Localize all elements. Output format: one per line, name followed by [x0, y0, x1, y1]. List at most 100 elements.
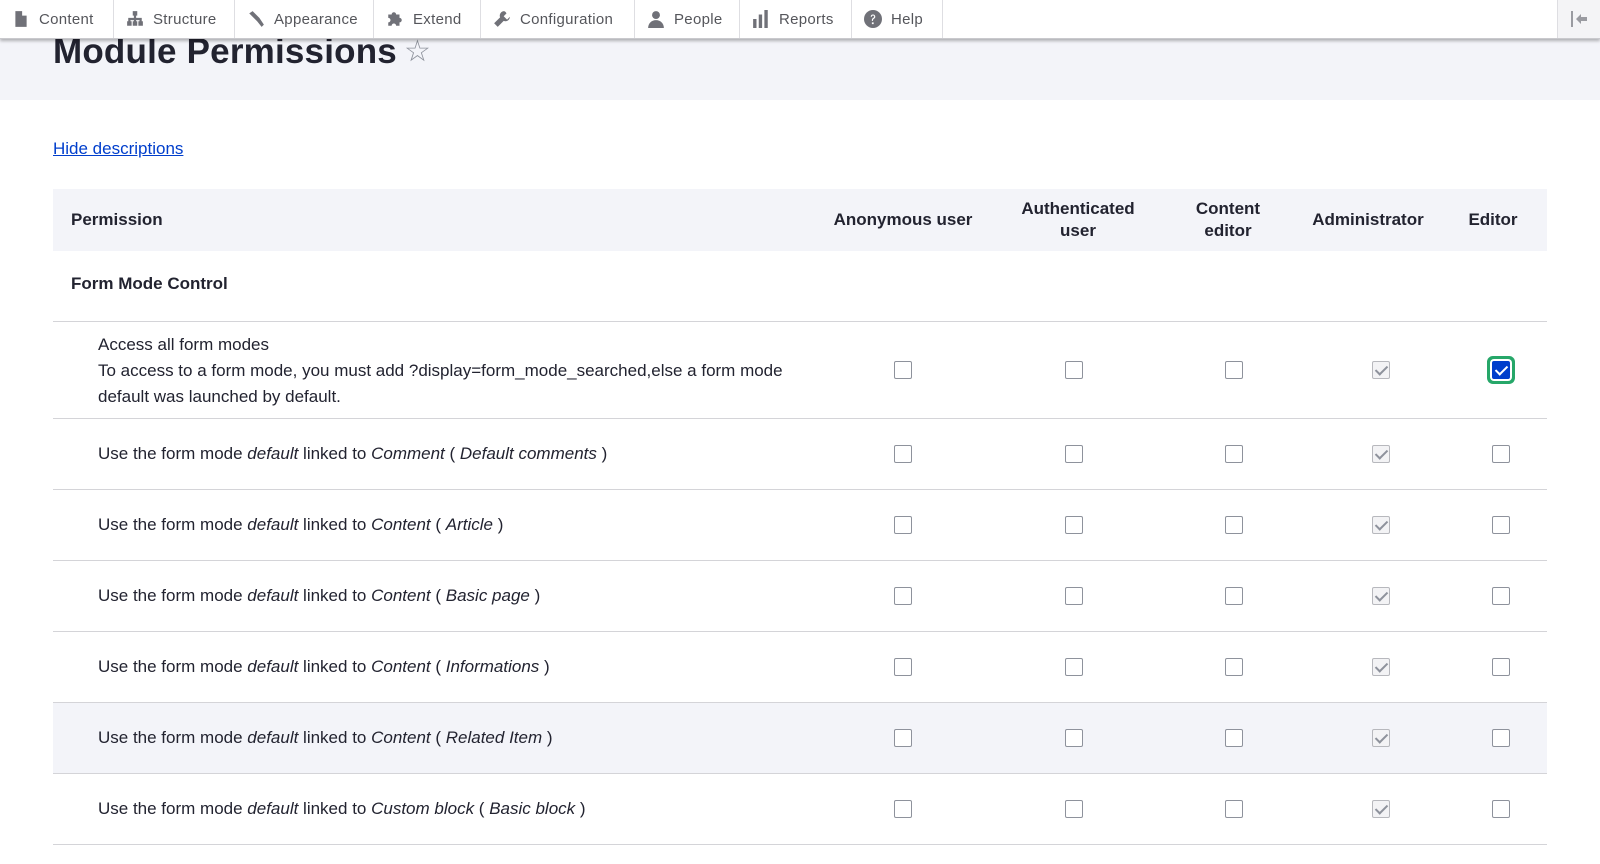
- checkbox-editor[interactable]: [1492, 445, 1510, 463]
- checkbox-cell-administrator: [1361, 561, 1401, 631]
- label-paren-open: (: [444, 444, 460, 463]
- label-prefix: Use the form mode: [98, 444, 248, 463]
- checkbox-editor[interactable]: [1492, 729, 1510, 747]
- checkbox-cell-anonymous: [883, 774, 923, 844]
- checkbox-authenticated[interactable]: [1065, 516, 1083, 534]
- checkbox-content-editor[interactable]: [1225, 729, 1243, 747]
- checkbox-cell-editor: [1481, 322, 1521, 418]
- label-mode: default: [247, 657, 299, 676]
- column-header-administrator: Administrator: [1312, 210, 1424, 229]
- permission-description: To access to a form mode, you must add ?…: [98, 361, 783, 406]
- permission-row: Use the form mode default linked to Cont…: [53, 561, 1547, 632]
- checkbox-administrator: [1372, 658, 1390, 676]
- star-icon[interactable]: ☆: [404, 36, 431, 68]
- toolbar-item-configuration[interactable]: Configuration: [481, 0, 635, 38]
- label-bundle: Related Item: [445, 728, 543, 747]
- checkbox-cell-authenticated: [1054, 419, 1094, 489]
- column-header-authenticated: Authenticated user: [1021, 199, 1135, 240]
- checkbox-editor[interactable]: [1492, 516, 1510, 534]
- label-prefix: Use the form mode: [98, 515, 248, 534]
- label-entity: Content: [371, 586, 431, 605]
- label-entity: Content: [371, 515, 431, 534]
- collapse-sidebar-icon: [1571, 11, 1587, 27]
- toolbar-item-appearance[interactable]: Appearance: [235, 0, 374, 38]
- checkbox-anonymous[interactable]: [894, 361, 912, 379]
- label-prefix: Use the form mode: [98, 657, 248, 676]
- toolbar-item-people[interactable]: People: [635, 0, 740, 38]
- label-mode: default: [247, 586, 299, 605]
- label-paren-close: ): [542, 728, 553, 747]
- permission-label: Use the form mode default linked to Cont…: [98, 654, 550, 680]
- checkbox-content-editor[interactable]: [1225, 445, 1243, 463]
- checkbox-anonymous[interactable]: [894, 587, 912, 605]
- toolbar-orientation-toggle[interactable]: [1557, 0, 1600, 38]
- checkbox-administrator: [1372, 361, 1390, 379]
- checkbox-anonymous[interactable]: [894, 516, 912, 534]
- table-header: Permission Anonymous user Authenticated …: [53, 189, 1547, 251]
- label-paren-open: (: [430, 657, 446, 676]
- toolbar-item-extend[interactable]: Extend: [374, 0, 481, 38]
- wrench-icon: [494, 11, 510, 27]
- column-header-permission: Permission: [71, 210, 163, 229]
- toolbar-item-label: Help: [891, 10, 924, 28]
- permission-label: Access all form modes To access to a form…: [98, 332, 788, 410]
- permission-row: Use the form mode default linked to Cont…: [53, 703, 1547, 774]
- checkbox-anonymous[interactable]: [894, 445, 912, 463]
- checkbox-content-editor[interactable]: [1225, 587, 1243, 605]
- checkbox-cell-content-editor: [1214, 703, 1254, 773]
- checkbox-cell-administrator: [1361, 322, 1401, 418]
- label-mid: linked to: [298, 728, 372, 747]
- brush-icon: [249, 11, 264, 27]
- checkbox-cell-anonymous: [883, 632, 923, 702]
- checkbox-anonymous[interactable]: [894, 658, 912, 676]
- checkbox-authenticated[interactable]: [1065, 729, 1083, 747]
- label-bundle: Basic page: [445, 586, 530, 605]
- hide-descriptions-link[interactable]: Hide descriptions: [53, 139, 183, 159]
- label-mode: default: [247, 515, 299, 534]
- permission-row: Use the form mode default linked to Cont…: [53, 490, 1547, 561]
- toolbar-item-reports[interactable]: Reports: [740, 0, 852, 38]
- checkbox-authenticated[interactable]: [1065, 445, 1083, 463]
- group-title: Form Mode Control: [71, 274, 228, 293]
- checkbox-authenticated[interactable]: [1065, 800, 1083, 818]
- checkbox-content-editor[interactable]: [1225, 516, 1243, 534]
- checkbox-cell-anonymous: [883, 703, 923, 773]
- label-paren-close: ): [529, 586, 541, 605]
- checkbox-cell-administrator: [1361, 419, 1401, 489]
- label-mid: linked to: [298, 799, 372, 818]
- checkbox-cell-anonymous: [883, 561, 923, 631]
- checkbox-authenticated[interactable]: [1065, 361, 1083, 379]
- toolbar-item-structure[interactable]: Structure: [114, 0, 235, 38]
- checkbox-authenticated[interactable]: [1065, 587, 1083, 605]
- toolbar-item-content[interactable]: Content: [0, 0, 114, 38]
- toolbar-item-help[interactable]: Help: [852, 0, 943, 38]
- file-icon: [15, 11, 27, 27]
- checkbox-editor[interactable]: [1492, 587, 1510, 605]
- checkbox-content-editor[interactable]: [1225, 658, 1243, 676]
- checkbox-content-editor[interactable]: [1225, 361, 1243, 379]
- checkbox-cell-content-editor: [1214, 419, 1254, 489]
- checkbox-content-editor[interactable]: [1225, 800, 1243, 818]
- label-mode: default: [247, 799, 299, 818]
- permission-row: Use the form mode default linked to Comm…: [53, 419, 1547, 490]
- label-paren-open: (: [430, 728, 446, 747]
- checkbox-administrator: [1372, 445, 1390, 463]
- checkbox-cell-editor: [1481, 419, 1521, 489]
- checkbox-cell-authenticated: [1054, 774, 1094, 844]
- checkbox-cell-administrator: [1361, 703, 1401, 773]
- checkbox-cell-authenticated: [1054, 703, 1094, 773]
- checkbox-anonymous[interactable]: [894, 729, 912, 747]
- checkbox-editor[interactable]: [1492, 361, 1510, 379]
- permission-row: Access all form modes To access to a form…: [53, 322, 1547, 419]
- checkbox-authenticated[interactable]: [1065, 658, 1083, 676]
- label-paren-close: ): [492, 515, 504, 534]
- toolbar-item-label: People: [674, 10, 723, 28]
- checkbox-cell-administrator: [1361, 490, 1401, 560]
- checkbox-anonymous[interactable]: [894, 800, 912, 818]
- column-header-anonymous: Anonymous user: [833, 210, 973, 229]
- label-entity: Content: [371, 728, 431, 747]
- checkbox-cell-administrator: [1361, 632, 1401, 702]
- checkbox-editor[interactable]: [1492, 658, 1510, 676]
- checkbox-editor[interactable]: [1492, 800, 1510, 818]
- checkbox-cell-authenticated: [1054, 632, 1094, 702]
